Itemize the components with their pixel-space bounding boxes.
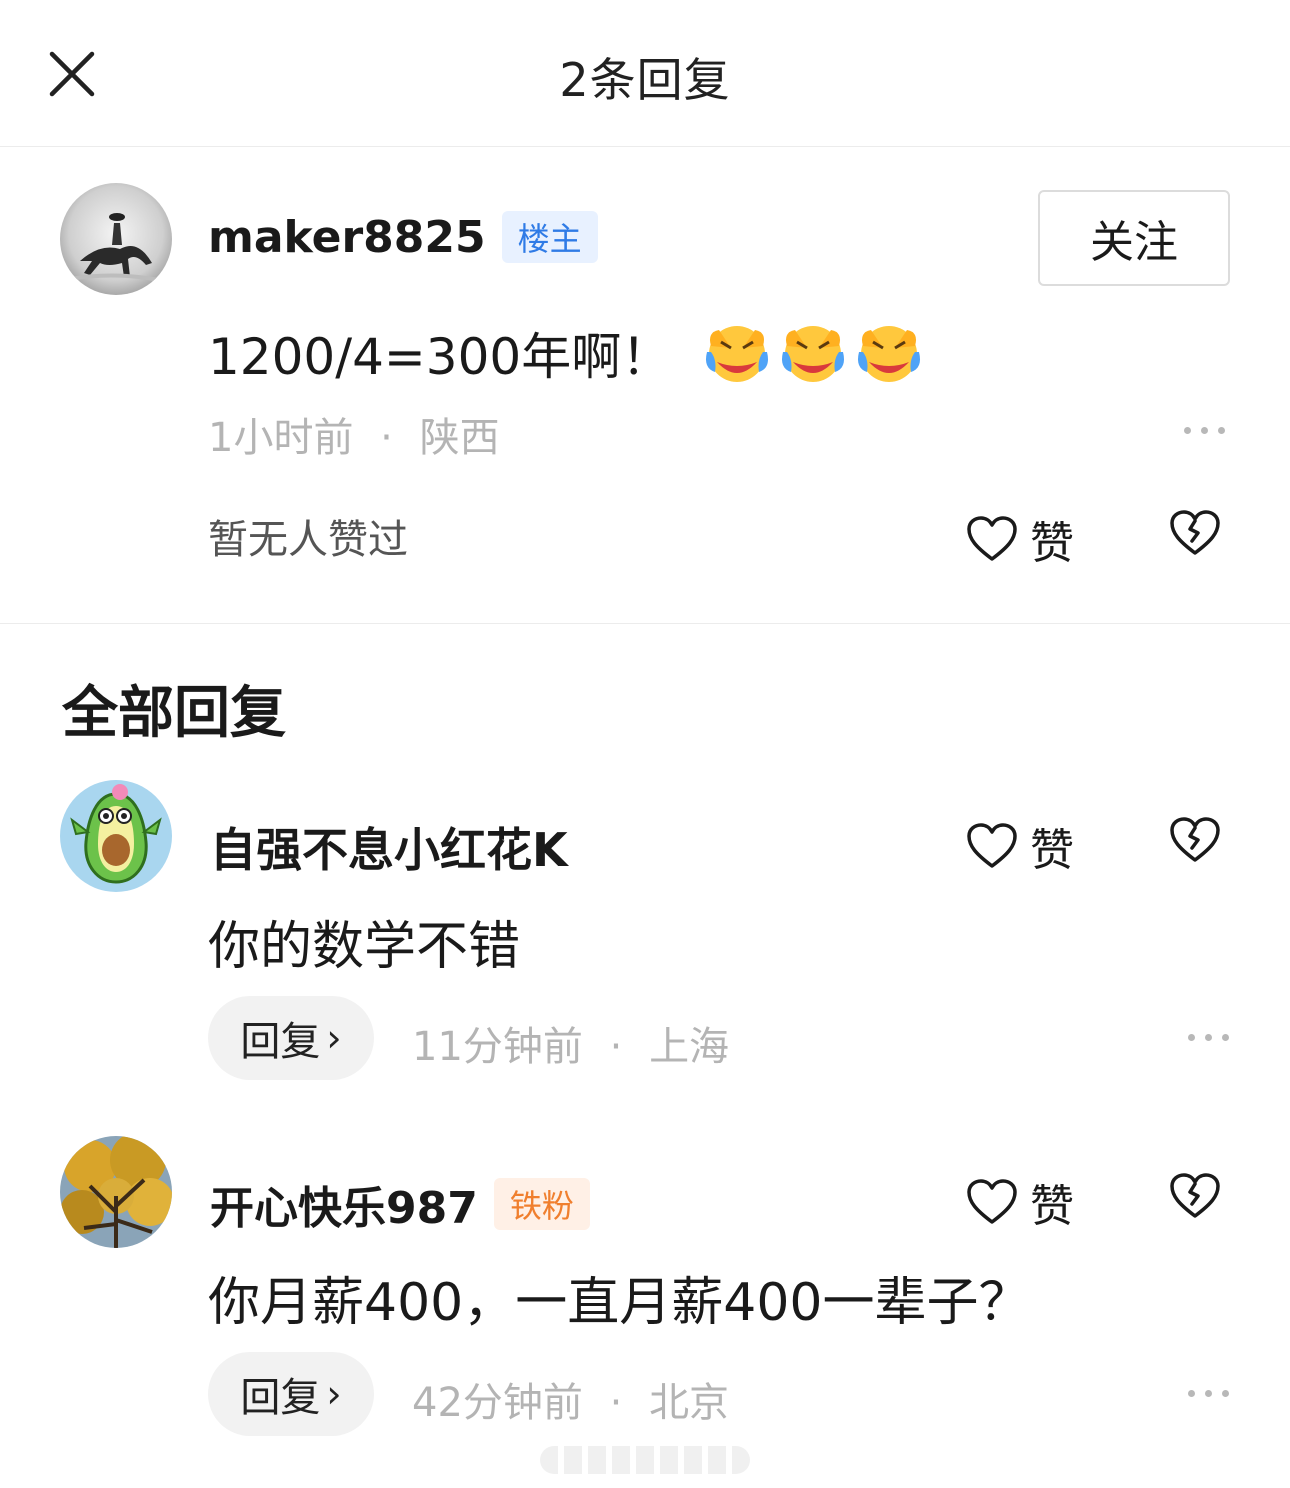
section-title: 全部回复 — [62, 681, 286, 746]
fan-badge: 铁粉 — [493, 1178, 590, 1230]
broken-heart-icon — [1170, 817, 1220, 862]
heart-icon — [967, 823, 1017, 868]
heart-icon — [967, 516, 1017, 561]
broken-heart-icon — [1170, 510, 1220, 555]
like-button[interactable]: 赞 — [966, 507, 1074, 571]
chevron-right-icon: › — [326, 1016, 342, 1060]
page-title: 2条回复 — [559, 53, 731, 107]
op-badge: 楼主 — [501, 211, 598, 263]
author-row: 开心快乐987 铁粉 — [210, 1172, 590, 1236]
comment-body: 1200/4=300年啊！ — [208, 328, 672, 386]
dislike-button[interactable] — [1168, 1172, 1222, 1224]
divider — [0, 623, 1290, 624]
reply-button[interactable]: 回复 › — [208, 1352, 374, 1436]
reply-location: 北京 — [649, 1380, 730, 1426]
laughing-crying-emoji-icon — [858, 326, 921, 382]
dislike-button[interactable] — [1168, 816, 1222, 868]
meta-separator: · — [609, 1024, 623, 1070]
chevron-right-icon: › — [326, 1372, 342, 1416]
meta-separator: · — [380, 415, 393, 461]
reply-time: 42分钟前 — [412, 1380, 583, 1426]
watermark-strip — [540, 1446, 750, 1474]
laughing-crying-emoji-icon — [782, 326, 845, 382]
reply-item: 开心快乐987 铁粉 赞 你月薪400，一直月薪400一辈子？ 回复 › 42分… — [0, 1136, 1290, 1456]
reply-text: 你月薪400，一直月薪400一辈子？ — [208, 1273, 1031, 1333]
comment-time: 1小时前 — [208, 415, 354, 461]
reply-label: 回复 — [240, 1375, 321, 1421]
reply-item: 自强不息小红花K 赞 你的数学不错 回复 › 11分钟前 · 上海 — [0, 780, 1290, 1100]
reply-button[interactable]: 回复 › — [208, 996, 374, 1080]
meta-separator: · — [609, 1380, 623, 1426]
like-button[interactable]: 赞 — [966, 814, 1074, 878]
heart-icon — [967, 1179, 1017, 1224]
reply-text: 你的数学不错 — [208, 917, 521, 977]
more-options-icon[interactable] — [1184, 427, 1225, 434]
avatar[interactable] — [60, 183, 172, 295]
avatar[interactable] — [60, 1136, 172, 1248]
like-label: 赞 — [1030, 518, 1074, 569]
reply-location: 上海 — [649, 1024, 730, 1070]
comment-location: 陕西 — [419, 415, 500, 461]
top-bar: 2条回复 — [0, 0, 1290, 147]
username[interactable]: maker8825 — [208, 212, 486, 263]
like-button[interactable]: 赞 — [966, 1170, 1074, 1234]
reply-meta: 42分钟前 · 北京 — [412, 1370, 729, 1428]
laughing-crying-emoji-icon — [706, 326, 769, 382]
like-label: 赞 — [1030, 1181, 1074, 1232]
follow-button[interactable]: 关注 — [1038, 190, 1230, 286]
avatar[interactable] — [60, 780, 172, 892]
more-options-icon[interactable] — [1188, 1390, 1229, 1397]
comment-meta: 1小时前 · 陕西 — [208, 405, 500, 463]
more-options-icon[interactable] — [1188, 1034, 1229, 1041]
author-row: maker8825 楼主 — [208, 211, 598, 263]
comment-text: 1200/4=300年啊！ — [208, 317, 923, 389]
like-label: 赞 — [1030, 825, 1074, 876]
reply-time: 11分钟前 — [412, 1024, 583, 1070]
likes-summary: 暂无人赞过 — [208, 517, 408, 563]
broken-heart-icon — [1170, 1173, 1220, 1218]
username[interactable]: 开心快乐987 — [210, 1172, 478, 1236]
dislike-button[interactable] — [1168, 509, 1222, 561]
reply-meta: 11分钟前 · 上海 — [412, 1014, 729, 1072]
reply-label: 回复 — [240, 1019, 321, 1065]
username[interactable]: 自强不息小红花K — [210, 814, 568, 880]
main-comment: maker8825 楼主 关注 1200/4=300年啊！ 1小时前 · 陕西 … — [0, 147, 1290, 623]
